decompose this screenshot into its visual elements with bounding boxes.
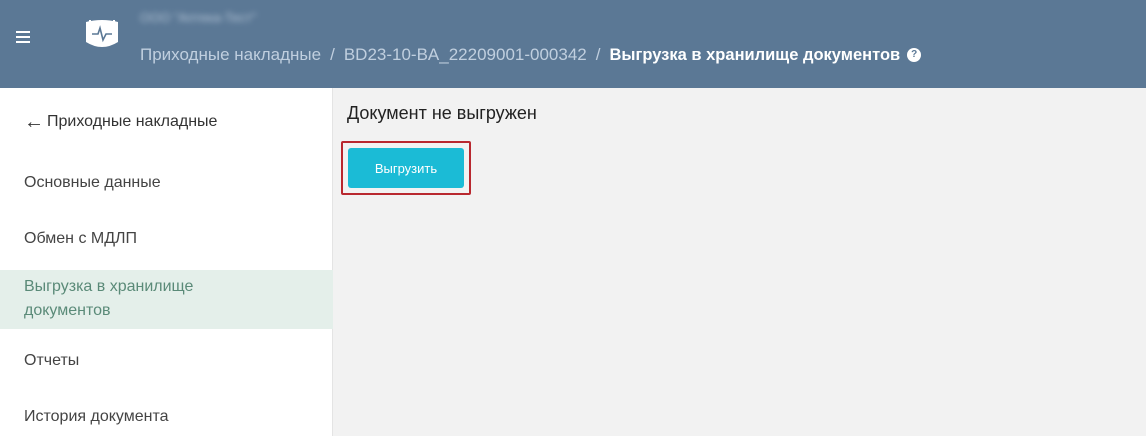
sidebar-item-label: История документа <box>24 408 169 425</box>
sidebar-item-reports[interactable]: Отчеты <box>0 352 333 370</box>
back-link-label: Приходные накладные <box>47 113 218 130</box>
sidebar-item-mdlp-exchange[interactable]: Обмен с МДЛП <box>0 230 333 248</box>
sidebar-item-document-storage[interactable]: Выгрузка в хранилище документов <box>0 270 333 329</box>
sidebar-item-label: Выгрузка в хранилище документов <box>24 278 194 319</box>
breadcrumb-current: Выгрузка в хранилище документов <box>609 45 901 64</box>
breadcrumb-root[interactable]: Приходные накладные <box>140 45 321 65</box>
main-content: Документ не выгружен Выгрузить <box>333 88 1146 436</box>
app-header: ООО "Аптека-Тест" Приходные накладные / … <box>0 0 1146 88</box>
sidebar-item-document-history[interactable]: История документа <box>0 408 333 426</box>
upload-button[interactable]: Выгрузить <box>348 148 464 188</box>
breadcrumb: Приходные накладные / BD23-10-BA_2220900… <box>140 45 922 65</box>
back-link[interactable]: ← Приходные накладные <box>24 112 217 132</box>
highlight-frame: Выгрузить <box>341 141 471 195</box>
sidebar: ← Приходные накладные Основные данные Об… <box>0 88 333 436</box>
sidebar-item-label: Основные данные <box>24 174 161 191</box>
sidebar-item-main-data[interactable]: Основные данные <box>0 174 333 192</box>
organization-name: ООО "Аптека-Тест" <box>140 10 257 25</box>
breadcrumb-separator: / <box>595 45 601 64</box>
menu-icon[interactable] <box>12 28 34 46</box>
upload-status-text: Документ не выгружен <box>347 103 537 123</box>
breadcrumb-separator: / <box>330 45 335 64</box>
help-icon[interactable]: ? <box>907 48 922 62</box>
breadcrumb-document[interactable]: BD23-10-BA_22209001-000342 <box>344 45 587 65</box>
sidebar-item-label: Отчеты <box>24 352 80 369</box>
arrow-left-icon: ← <box>24 111 44 133</box>
sidebar-item-label: Обмен с МДЛП <box>24 230 138 247</box>
logo-icon <box>82 18 122 52</box>
